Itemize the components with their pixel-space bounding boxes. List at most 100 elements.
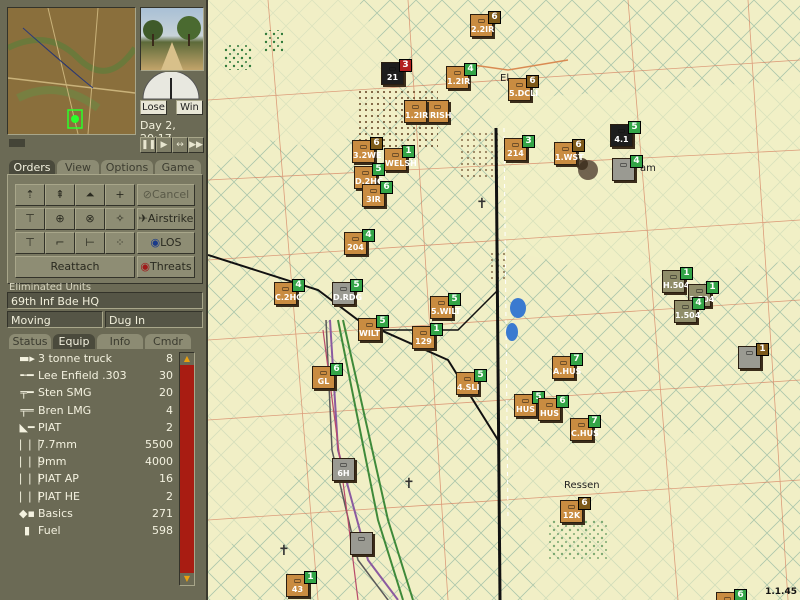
unit-counter[interactable]: ▭ IRISH xyxy=(426,100,452,123)
order-advance-button[interactable]: ⇞ xyxy=(45,184,75,206)
equipment-name: PIAT AP xyxy=(38,472,79,486)
unit-counter[interactable]: ▭ 129 1 xyxy=(412,323,443,349)
tab-options[interactable]: Options xyxy=(101,160,153,175)
unit-counter[interactable]: ▭ 43 1 xyxy=(286,571,317,597)
unit-label: 1.2IR xyxy=(405,111,429,120)
unit-counter[interactable]: ▭ WELSH 1 xyxy=(384,145,417,171)
step-icon: ↔ xyxy=(176,140,184,150)
unit-counter[interactable]: ▭ 12K 6 xyxy=(560,497,591,523)
unit-counter[interactable]: ▭ D.RDG 5 xyxy=(332,279,363,305)
equipment-qty: 4 xyxy=(166,403,173,417)
airstrike-icon: ✈ xyxy=(138,212,148,225)
tab-status[interactable]: Status xyxy=(9,334,51,349)
scroll-up-arrow[interactable]: ▲ xyxy=(180,353,194,365)
minimap[interactable] xyxy=(7,7,136,135)
unit-strength-badge: 1 xyxy=(680,267,693,280)
unit-counter[interactable]: ▭ A.HUS 7 xyxy=(552,353,583,379)
pause-button[interactable]: ❚❚ xyxy=(140,137,156,153)
unit-counter[interactable]: ▭ 5.DCLI 6 xyxy=(508,75,539,101)
unit-counter[interactable]: ▭ 1 xyxy=(738,343,769,369)
unit-counter[interactable]: ▭ 5.WILT 5 xyxy=(430,293,461,319)
order-hold-button[interactable]: ⊕ xyxy=(45,208,75,230)
unit-label: 1.504 xyxy=(675,311,701,320)
unit-counter[interactable]: ▭ GL 6 xyxy=(312,363,343,389)
tab-equip[interactable]: Equip xyxy=(53,334,95,349)
unit-counter[interactable]: ▭ 3IR 6 xyxy=(362,181,393,207)
unit-counter[interactable]: ▭ C.2HC 4 xyxy=(274,279,305,305)
order-fire-button[interactable]: + xyxy=(105,184,135,206)
order-deploy-button[interactable]: ⊢ xyxy=(75,232,105,254)
order-recon-button[interactable]: ✧ xyxy=(105,208,135,230)
order-dig-in-button[interactable]: ⊗ xyxy=(75,208,105,230)
airstrike-button[interactable]: ✈Airstrike xyxy=(137,208,195,230)
defend-icon: ⊤ xyxy=(25,212,35,225)
unit-strength-badge: 6 xyxy=(734,589,747,600)
tab-orders[interactable]: Orders xyxy=(9,160,55,175)
eye-icon: ◉ xyxy=(150,236,161,249)
unit-counter[interactable]: ▭ xyxy=(350,532,373,555)
play-button[interactable]: ▶ xyxy=(156,137,172,153)
los-button[interactable]: ◉LOS xyxy=(137,232,195,254)
unit-label: WILT xyxy=(359,329,381,338)
equipment-name: Bren LMG xyxy=(38,403,92,417)
orders-panel: ⇡ ⇞ ⏶ + ⊘Cancel ⊤ ⊕ ⊗ ✧ ✈Airstrike ⊤ ⌐ ⊢… xyxy=(7,174,203,284)
unit-counter[interactable]: ▭ 2.2IR 6 xyxy=(470,11,501,37)
unit-label: GL xyxy=(317,377,330,386)
scroll-down-arrow[interactable]: ▼ xyxy=(180,573,194,585)
order-assault-button[interactable]: ⏶ xyxy=(75,184,105,206)
unit-label: HUS xyxy=(540,409,559,418)
order-bombard-button[interactable]: ⁘ xyxy=(105,232,135,254)
unit-counter[interactable]: ▭ 1.WST 6 xyxy=(554,139,585,165)
unit-counter[interactable]: ▭ 1.504 4 xyxy=(674,297,705,323)
equipment-scrollbar[interactable]: ▲ ▼ xyxy=(179,352,195,586)
unit-strength-badge: 4 xyxy=(292,279,305,292)
unit-strength-badge: 3 xyxy=(522,135,535,148)
equipment-qty: 8 xyxy=(166,352,173,365)
unit-strength-badge: 5 xyxy=(448,293,461,306)
unit-label: C.HUS xyxy=(571,429,599,438)
unit-strength-badge: 6 xyxy=(556,395,569,408)
equipment-row: ◆▪ Basics 271 xyxy=(10,505,177,522)
unit-counter[interactable]: ▭ C.HUS 7 xyxy=(570,415,601,441)
tab-game[interactable]: Game xyxy=(155,160,201,175)
unit-counter[interactable]: ▭ H.504 1 xyxy=(662,267,693,293)
unit-counter[interactable]: ▭ HUS 5 xyxy=(514,391,545,417)
tab-view[interactable]: View xyxy=(57,160,99,175)
step-button[interactable]: ↔ xyxy=(172,137,188,153)
order-rest-button[interactable]: ⌐ xyxy=(45,232,75,254)
fast-forward-button[interactable]: ▶▶ xyxy=(188,137,204,153)
unit-counter[interactable]: ▭ 4.1 5 xyxy=(610,121,641,147)
unit-counter[interactable]: ▭ 3.2WE 6 xyxy=(352,137,383,163)
collapse-handle[interactable] xyxy=(9,139,25,147)
unit-strength-badge: 6 xyxy=(572,139,585,152)
unit-counter[interactable]: ▭ 4.SLI 5 xyxy=(456,369,487,395)
bombard-icon: ⁘ xyxy=(115,236,125,249)
unit-label: D.RDG xyxy=(333,293,363,302)
unit-strength-badge: 1 xyxy=(304,571,317,584)
reattach-button[interactable]: Reattach xyxy=(15,256,135,278)
order-withdraw-button[interactable]: ⊤ xyxy=(15,232,45,254)
unit-counter[interactable]: ▭ 6H xyxy=(332,458,355,481)
cancel-button[interactable]: ⊘Cancel xyxy=(137,184,195,206)
unit-counter[interactable]: ▭ 4 xyxy=(612,155,643,181)
unit-counter[interactable]: ▭ 1.2IR xyxy=(404,100,429,123)
eliminated-units-label[interactable]: Eliminated Units xyxy=(9,283,199,291)
unit-strength-badge: 3 xyxy=(399,59,412,72)
unit-counter[interactable]: ▭ 204 4 xyxy=(344,229,375,255)
unit-counter[interactable]: ▭ 1.2IR 4 xyxy=(446,63,477,89)
threats-button[interactable]: ◉Threats xyxy=(137,256,195,278)
tab-cmdr[interactable]: Cmdr xyxy=(145,334,191,349)
equipment-name: PIAT xyxy=(38,420,62,434)
unit-counter[interactable]: ▭ WILT 5 xyxy=(358,315,389,341)
unit-counter[interactable]: ▭ 6 xyxy=(716,589,747,600)
fast-forward-icon: ▶▶ xyxy=(189,140,203,150)
unit-counter[interactable]: ▭ 21 3 xyxy=(381,59,412,85)
unit-counter[interactable]: ▭ 214 3 xyxy=(504,135,535,161)
unit-strength-badge: 1 xyxy=(756,343,769,356)
tab-info[interactable]: Info xyxy=(97,334,143,349)
battle-map[interactable]: ✝ ✝ ✝ Ressen am El ▭ 2.2IR 6 ▭ 21 3 ▭ 1.2IR 4 ▭ 5.… xyxy=(208,0,800,600)
order-move-button[interactable]: ⇡ xyxy=(15,184,45,206)
cancel-icon: ⊘ xyxy=(142,188,152,201)
order-defend-button[interactable]: ⊤ xyxy=(15,208,45,230)
unit-counter[interactable]: ▭ HUS 6 xyxy=(538,395,569,421)
